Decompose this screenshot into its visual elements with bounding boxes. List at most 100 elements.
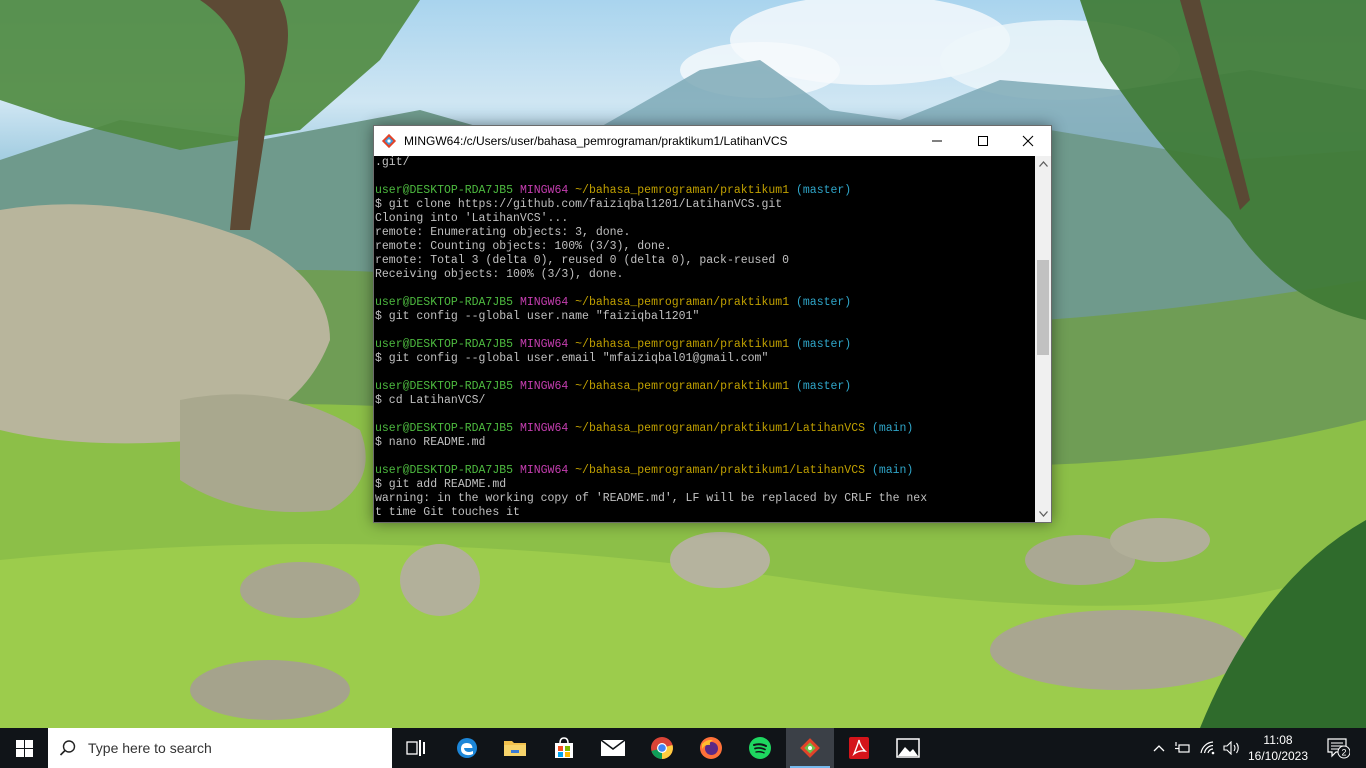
taskbar-mail[interactable] [589, 728, 637, 768]
prompt-user: user@DESKTOP-RDA7JB5 [375, 296, 514, 309]
prompt-branch: (master) [796, 184, 852, 197]
wifi-icon[interactable] [1198, 728, 1220, 768]
prompt-path: ~/bahasa_pemrograman/praktikum1/LatihanV… [575, 464, 866, 477]
prompt-path: ~/bahasa_pemrograman/praktikum1 [575, 184, 790, 197]
spotify-icon [749, 737, 771, 759]
prompt-user: user@DESKTOP-RDA7JB5 [375, 184, 514, 197]
window-titlebar[interactable]: MINGW64:/c/Users/user/bahasa_pemrograman… [374, 126, 1051, 156]
git-icon [374, 126, 404, 156]
prompt-user: user@DESKTOP-RDA7JB5 [375, 380, 514, 393]
scroll-up-arrow-icon[interactable] [1035, 156, 1051, 172]
terminal-prompt-line: user@DESKTOP-RDA7JB5 MINGW64 ~/bahasa_pe… [375, 296, 1034, 310]
windows-icon [15, 739, 33, 757]
terminal-line: $ nano README.md [375, 436, 486, 449]
speaker-icon[interactable] [1222, 728, 1242, 768]
minimize-button[interactable] [914, 126, 960, 156]
firefox-icon [700, 737, 722, 759]
search-icon [48, 728, 88, 768]
terminal-line: t time Git touches it [375, 506, 520, 519]
terminal-line: warning: in the working copy of 'README.… [375, 492, 928, 505]
prompt-branch: (main) [871, 422, 914, 435]
prompt-path: ~/bahasa_pemrograman/praktikum1 [575, 296, 790, 309]
vertical-scrollbar[interactable] [1035, 156, 1051, 522]
prompt-system: MINGW64 [519, 338, 569, 351]
clock-date: 16/10/2023 [1247, 749, 1309, 763]
taskbar-chrome[interactable] [638, 728, 686, 768]
pdf-icon [849, 737, 869, 759]
chrome-icon [651, 737, 673, 759]
terminal-prompt-line: user@DESKTOP-RDA7JB5 MINGW64 ~/bahasa_pe… [375, 464, 1034, 478]
terminal-line: $ git config --global user.email "mfaizi… [375, 352, 769, 365]
prompt-system: MINGW64 [519, 184, 569, 197]
terminal-line: Cloning into 'LatihanVCS'... [375, 212, 569, 225]
prompt-path: ~/bahasa_pemrograman/praktikum1/LatihanV… [575, 422, 866, 435]
terminal-line: $ cd LatihanVCS/ [375, 394, 486, 407]
start-button[interactable] [0, 728, 48, 768]
prompt-system: MINGW64 [519, 464, 569, 477]
taskbar: Type here to search 11:08 16/10/2023 2 [0, 728, 1366, 768]
search-input[interactable]: Type here to search [88, 740, 212, 756]
prompt-user: user@DESKTOP-RDA7JB5 [375, 422, 514, 435]
folder-icon [504, 741, 526, 756]
power-plug-icon[interactable] [1172, 728, 1192, 768]
notification-icon: 2 [1327, 738, 1350, 759]
terminal-prompt-line: user@DESKTOP-RDA7JB5 MINGW64 ~/bahasa_pe… [375, 422, 1034, 436]
terminal-output[interactable]: .git/user@DESKTOP-RDA7JB5 MINGW64 ~/baha… [374, 156, 1034, 522]
git-icon [800, 738, 820, 758]
prompt-system: MINGW64 [519, 380, 569, 393]
taskbar-acrobat[interactable] [835, 728, 883, 768]
taskbar-spotify[interactable] [736, 728, 784, 768]
prompt-system: MINGW64 [519, 422, 569, 435]
terminal-line: $ git config --global user.name "faiziqb… [375, 310, 700, 323]
prompt-user: user@DESKTOP-RDA7JB5 [375, 464, 514, 477]
terminal-prompt-line: user@DESKTOP-RDA7JB5 MINGW64 ~/bahasa_pe… [375, 380, 1034, 394]
prompt-path: ~/bahasa_pemrograman/praktikum1 [575, 338, 790, 351]
maximize-button[interactable] [960, 126, 1006, 156]
taskbar-photos[interactable] [884, 728, 932, 768]
edge-icon [457, 738, 477, 758]
notification-count: 2 [1341, 748, 1346, 758]
terminal-prompt-line: user@DESKTOP-RDA7JB5 MINGW64 ~/bahasa_pe… [375, 184, 1034, 198]
prompt-system: MINGW64 [519, 296, 569, 309]
taskbar-file-explorer[interactable] [491, 728, 539, 768]
terminal-prompt-line: user@DESKTOP-RDA7JB5 MINGW64 ~/bahasa_pe… [375, 338, 1034, 352]
taskbar-store[interactable] [540, 728, 588, 768]
taskbar-search[interactable]: Type here to search [48, 728, 392, 768]
chevron-up-icon[interactable] [1150, 728, 1168, 768]
prompt-user: user@DESKTOP-RDA7JB5 [375, 338, 514, 351]
git-bash-window[interactable]: MINGW64:/c/Users/user/bahasa_pemrograman… [373, 125, 1052, 523]
task-view-button[interactable] [392, 728, 440, 768]
clock-time: 11:08 [1263, 733, 1293, 747]
scrollbar-thumb[interactable] [1037, 260, 1049, 355]
terminal-line: remote: Counting objects: 100% (3/3), do… [375, 240, 672, 253]
prompt-branch: (master) [796, 380, 852, 393]
prompt-path: ~/bahasa_pemrograman/praktikum1 [575, 380, 790, 393]
prompt-branch: (master) [796, 338, 852, 351]
task-view-icon [406, 740, 425, 756]
prompt-branch: (main) [871, 464, 914, 477]
terminal-line: $ git clone https://github.com/faiziqbal… [375, 198, 783, 211]
taskbar-clock[interactable]: 11:08 16/10/2023 [1242, 728, 1314, 768]
terminal-line: .git/ [375, 156, 410, 169]
photos-icon [896, 738, 920, 758]
terminal-line: $ git add README.md [375, 478, 507, 491]
prompt-branch: (master) [796, 296, 852, 309]
notification-center-button[interactable]: 2 [1318, 728, 1358, 768]
terminal-line: remote: Enumerating objects: 3, done. [375, 226, 631, 239]
mail-icon [600, 739, 626, 756]
window-title: MINGW64:/c/Users/user/bahasa_pemrograman… [404, 134, 788, 148]
taskbar-git-bash[interactable] [786, 728, 834, 768]
store-icon [555, 737, 573, 758]
terminal-line: Receiving objects: 100% (3/3), done. [375, 268, 624, 281]
terminal-line: remote: Total 3 (delta 0), reused 0 (del… [375, 254, 790, 267]
taskbar-edge[interactable] [443, 728, 491, 768]
scroll-down-arrow-icon[interactable] [1035, 506, 1051, 522]
taskbar-firefox[interactable] [687, 728, 735, 768]
close-button[interactable] [1005, 126, 1051, 156]
